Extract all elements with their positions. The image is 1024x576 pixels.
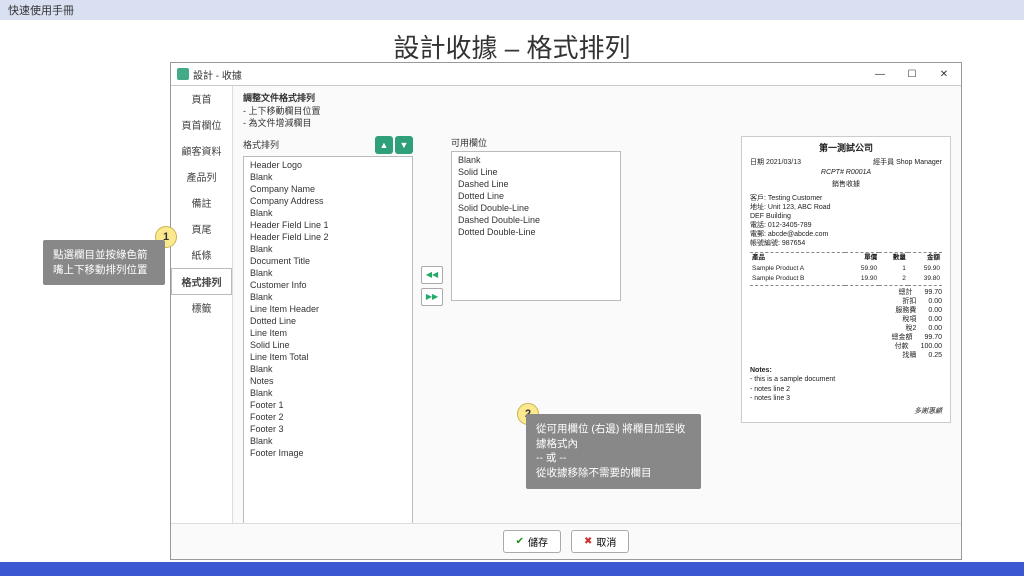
list-item[interactable]: Dashed Double-Line [454,214,618,226]
list-item[interactable]: Blank [246,171,410,183]
list-item[interactable]: Blank [246,387,410,399]
list-item[interactable]: Dotted Line [246,315,410,327]
add-field-button[interactable]: ◀◀ [421,266,443,284]
list-item[interactable]: Footer 3 [246,423,410,435]
list-item[interactable]: Dashed Line [454,178,618,190]
instruction-line: - 為文件增減欄目 [243,117,951,130]
list-item[interactable]: Company Address [246,195,410,207]
check-icon: ✔ [516,536,524,547]
list-item[interactable]: Header Logo [246,159,410,171]
manual-title: 快速使用手冊 [8,5,74,17]
list-item[interactable]: Footer Image [246,447,410,459]
cancel-button[interactable]: ✖取消 [571,530,629,553]
instruction-line: - 上下移動欄目位置 [243,105,951,118]
layout-list-label: 格式排列 [243,138,279,151]
list-item[interactable]: Line Item Header [246,303,410,315]
move-up-button[interactable]: ▲ [375,136,393,154]
list-item[interactable]: Dotted Line [454,190,618,202]
sidebar: 頁首頁首欄位顧客資料產品列備註頁尾紙條格式排列標籤 [171,86,233,523]
list-item[interactable]: Dotted Double-Line [454,226,618,238]
list-item[interactable]: Line Item [246,327,410,339]
layout-list[interactable]: Header LogoBlankCompany NameCompany Addr… [243,156,413,523]
page-title: 設計收據 – 格式排列 [0,28,1024,65]
list-item[interactable]: Footer 2 [246,411,410,423]
notes-title: Notes: [750,366,942,375]
move-down-button[interactable]: ▼ [395,136,413,154]
preview-subtitle: 銷售收據 [750,180,942,189]
list-item[interactable]: Solid Line [454,166,618,178]
list-item[interactable]: Blank [454,154,618,166]
available-list[interactable]: BlankSolid LineDashed LineDotted LineSol… [451,151,621,301]
sidebar-tab[interactable]: 標籤 [171,295,232,321]
footer-bar [0,562,1024,576]
list-item[interactable]: Footer 1 [246,399,410,411]
window-title: 設計 - 收據 [193,67,242,82]
list-item[interactable]: Notes [246,375,410,387]
preview-table: 產品單價數量金額 Sample Product A59.90159.90Samp… [750,252,942,285]
list-item[interactable]: Blank [246,291,410,303]
list-item[interactable]: Solid Double-Line [454,202,618,214]
list-item[interactable]: Document Title [246,255,410,267]
preview-company: 第一測試公司 [750,143,942,155]
minimize-button[interactable]: ― [869,66,891,82]
list-item[interactable]: Blank [246,243,410,255]
sidebar-tab[interactable]: 頁尾 [171,216,232,242]
callout-2: 從可用欄位 (右邊) 將欄目加至收據格式內 -- 或 -- 從收據移除不需要的欄… [526,414,701,489]
app-icon [177,68,189,80]
list-item[interactable]: Blank [246,435,410,447]
list-item[interactable]: Blank [246,207,410,219]
sidebar-tab[interactable]: 格式排列 [171,268,232,295]
maximize-button[interactable]: ☐ [901,66,923,82]
sidebar-tab[interactable]: 備註 [171,190,232,216]
list-item[interactable]: Header Field Line 2 [246,231,410,243]
preview-totals: 總計99.70折扣0.00服務費0.00稅項0.00稅20.00總金額99.70… [750,288,942,361]
instruction-title: 調整文件格式排列 [243,92,951,105]
sidebar-tab[interactable]: 顧客資料 [171,138,232,164]
title-bar: 設計 - 收據 ― ☐ ✕ [171,63,961,86]
instructions: 調整文件格式排列 - 上下移動欄目位置 - 為文件增減欄目 [243,92,951,130]
list-item[interactable]: Company Name [246,183,410,195]
save-button[interactable]: ✔儲存 [503,530,561,553]
receipt-preview: 第一測試公司 日期 2021/03/13 經手員 Shop Manager RC… [741,136,951,423]
x-icon: ✖ [584,536,592,547]
list-item[interactable]: Line Item Total [246,351,410,363]
list-item[interactable]: Blank [246,267,410,279]
sidebar-tab[interactable]: 產品列 [171,164,232,190]
list-item[interactable]: Blank [246,363,410,375]
sidebar-tab[interactable]: 紙條 [171,242,232,268]
manual-header: 快速使用手冊 [0,0,1024,20]
callout-1: 點選欄目並按綠色箭嘴上下移動排列位置 [43,240,165,285]
sidebar-tab[interactable]: 頁首欄位 [171,112,232,138]
close-button[interactable]: ✕ [933,66,955,82]
preview-thank: 多謝惠顧 [750,407,942,416]
button-bar: ✔儲存 ✖取消 [171,523,961,559]
available-list-label: 可用欄位 [451,136,487,149]
sidebar-tab[interactable]: 頁首 [171,86,232,112]
preview-docno: RCPT# R0001A [750,168,942,177]
list-item[interactable]: Header Field Line 1 [246,219,410,231]
list-item[interactable]: Customer Info [246,279,410,291]
remove-field-button[interactable]: ▶▶ [421,288,443,306]
list-item[interactable]: Solid Line [246,339,410,351]
